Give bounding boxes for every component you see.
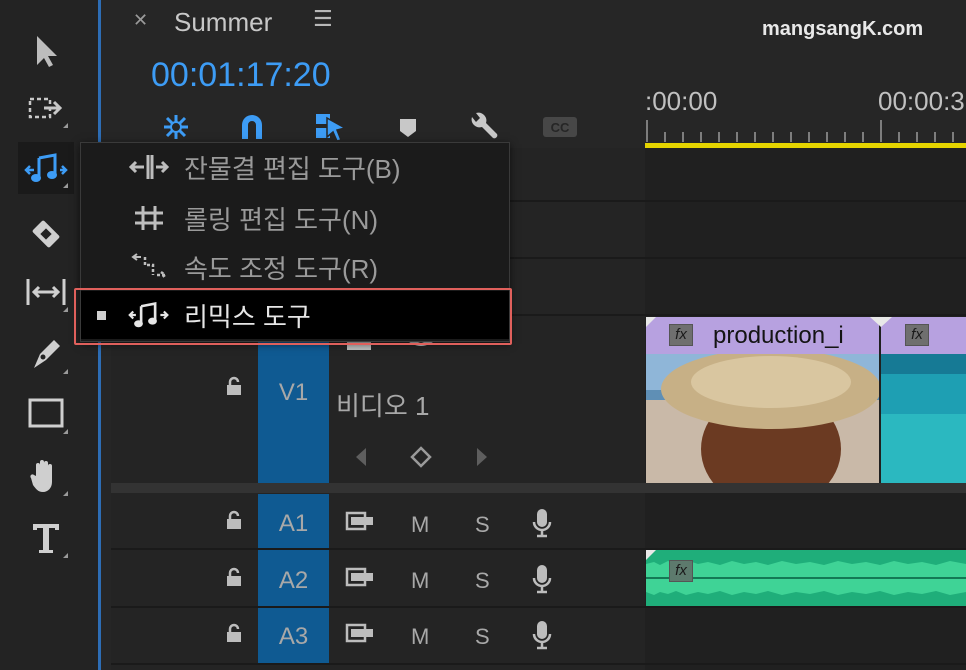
ruler-label-30s: 00:00:3 [878,86,965,116]
audio-waveform [646,560,966,595]
highlight-box [74,288,512,345]
track-select-tool-icon[interactable] [18,82,74,134]
lock-icon[interactable] [224,567,244,587]
pen-tool-icon[interactable] [18,328,74,380]
rolling-edit-icon [135,206,163,230]
nest-sequence-icon[interactable] [156,110,196,144]
fx-badge[interactable]: fx [669,560,693,582]
add-marker-icon[interactable] [388,110,428,144]
track-id-a3: A3 [278,623,309,650]
lock-icon[interactable] [224,376,244,396]
razor-tool-icon[interactable] [18,208,74,260]
add-keyframe-icon[interactable] [410,446,432,468]
track-separator [111,663,966,665]
next-keyframe-icon[interactable] [473,446,491,468]
menu-item-ripple-edit[interactable]: 잔물결 편집 도구(B) [81,143,509,191]
video-clip-name: production_i [713,322,844,349]
selection-tool-icon[interactable] [18,25,74,77]
ruler-label-start: :00:00 [645,86,718,116]
type-tool-icon[interactable] [18,512,74,564]
rectangle-tool-icon[interactable] [18,388,74,440]
linked-selection-icon[interactable] [310,110,350,144]
track-id-v1: V1 [278,379,309,406]
captions-cc-icon[interactable]: CC [540,110,580,144]
sequence-tab-title[interactable]: Summer [174,7,272,38]
rate-stretch-icon [131,253,168,279]
menu-item-rolling-edit[interactable]: 롤링 편집 도구(N) [81,194,509,242]
solo-button[interactable]: S [475,512,490,538]
prev-keyframe-icon[interactable] [352,446,370,468]
mute-button[interactable]: M [411,624,429,650]
track-name-v1: 비디오 1 [336,391,430,421]
track-separator [111,606,966,608]
fx-badge[interactable]: fx [905,324,929,346]
clip-thumbnail-hat [646,354,879,483]
ripple-edit-icon [128,155,170,179]
track-id-a2: A2 [278,567,309,594]
menu-item-rate-stretch[interactable]: 속도 조정 도구(R) [81,243,509,291]
menu-item-label: 잔물결 편집 도구(B) [184,153,401,184]
playhead-timecode[interactable]: 00:01:17:20 [151,56,331,95]
menu-item-label: 롤링 편집 도구(N) [184,204,379,235]
voiceover-mic-icon[interactable] [531,619,553,651]
clip-start-marker [646,317,656,327]
sync-lock-icon[interactable] [345,511,377,533]
timeline-settings-wrench-icon[interactable] [463,110,503,144]
lock-icon[interactable] [224,510,244,530]
video-audio-divider[interactable] [111,483,966,493]
lock-icon[interactable] [224,623,244,643]
sync-lock-icon[interactable] [345,567,377,589]
ruler-ticks [646,120,954,142]
hand-tool-icon[interactable] [18,450,74,502]
mute-button[interactable]: M [411,568,429,594]
slip-tool-icon[interactable] [18,266,74,318]
menu-item-label: 속도 조정 도구(R) [184,253,379,284]
clip-edit-point [870,317,892,327]
voiceover-mic-icon[interactable] [531,563,553,595]
remix-tool-icon[interactable] [18,142,74,194]
sync-lock-icon[interactable] [345,623,377,645]
mute-button[interactable]: M [411,512,429,538]
watermark: mangsangK.com [762,18,924,40]
solo-button[interactable]: S [475,568,490,594]
tab-close-icon[interactable]: ✕ [133,10,148,31]
fx-badge[interactable]: fx [669,324,693,346]
panel-menu-icon[interactable]: ☰ [313,6,333,32]
track-id-a1: A1 [278,510,309,537]
voiceover-mic-icon[interactable] [531,507,553,539]
clip-start-marker [646,550,656,560]
solo-button[interactable]: S [475,624,490,650]
clip-thumbnail-sea [881,354,966,483]
snap-magnet-icon[interactable] [232,110,272,144]
svg-text:CC: CC [551,120,570,135]
